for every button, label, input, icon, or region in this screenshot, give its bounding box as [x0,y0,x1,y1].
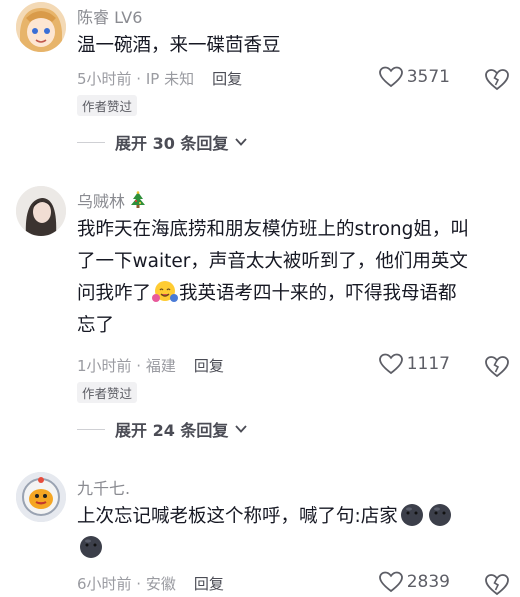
comment-line: 问我咋了 我英语考四十来的，吓得我母语都 [77,278,502,310]
girl-photo-avatar-icon [16,186,66,236]
heart-icon [378,66,403,88]
chevron-down-icon [235,138,248,146]
like-button[interactable]: 1117 [378,353,450,375]
username[interactable]: 乌贼林 [77,188,146,212]
expand-replies-label: 展开 24 条回复 [115,421,229,440]
like-count: 3571 [406,67,450,87]
user-avatar[interactable] [16,472,66,522]
user-avatar[interactable] [16,2,66,52]
comment-segment: 问我咋了 [77,283,152,304]
dark-face-emoji-icon [428,504,451,526]
expand-replies-label: 展开 30 条回复 [115,134,229,153]
comment-meta: 6小时前 · 安徽 回复 [77,573,224,594]
author-liked-badge: 作者赞过 [77,95,138,116]
dark-face-emoji-icon [80,536,102,558]
username-text: 乌贼林 [77,192,126,211]
comment-segment: 上次忘记喊老板这个称呼，喊了句:店家 [77,506,398,527]
broken-heart-icon[interactable] [484,66,510,92]
comment-meta: 1小时前 · 福建 回复 [77,355,224,376]
comment-line: 忘了 [77,315,115,336]
christmas-tree-icon [131,191,146,208]
comment-line: 我昨天在海底捞和朋友模仿班上的strong姐，叫 [77,219,469,240]
comment-segment: 我英语考四十来的，吓得我母语都 [179,283,457,304]
comment-line [77,533,502,565]
expand-replies-button[interactable]: 展开 30 条回复 [77,130,248,154]
hugging-face-emoji-icon [152,281,179,302]
time-location: 1小时前 · 福建 [77,357,176,375]
like-count: 2839 [406,572,450,592]
reply-button[interactable]: 回复 [194,357,224,375]
broken-heart-icon[interactable] [484,571,510,597]
like-count: 1117 [406,354,450,374]
time-location: 5小时前 · IP 未知 [77,70,195,88]
like-button[interactable]: 3571 [378,66,450,88]
broken-heart-icon[interactable] [484,353,510,379]
comment-text: 温一碗酒，来一碟茴香豆 [77,35,281,56]
comment-line: 上次忘记喊老板这个称呼，喊了句:店家 [77,501,502,533]
divider-line [77,428,105,430]
user-avatar[interactable] [16,186,66,236]
reply-button[interactable]: 回复 [212,70,242,88]
time-location: 6小时前 · 安徽 [77,575,176,593]
author-liked-badge: 作者赞过 [77,382,138,403]
expand-replies-button[interactable]: 展开 24 条回复 [77,417,248,441]
astronaut-bird-avatar-icon [16,472,66,522]
divider-line [77,141,105,143]
username[interactable]: 陈睿 LV6 [77,4,142,28]
comment-text: 上次忘记喊老板这个称呼，喊了句:店家 [77,501,502,565]
comment-line: 了一下waiter，声音太大被听到了，他们用英文 [77,251,468,272]
comment-meta: 5小时前 · IP 未知 回复 [77,68,242,89]
reply-button[interactable]: 回复 [194,575,224,593]
like-button[interactable]: 2839 [378,571,450,593]
comment-text: 我昨天在海底捞和朋友模仿班上的strong姐，叫 了一下waiter，声音太大被… [77,214,502,342]
heart-icon [378,571,403,593]
username[interactable]: 九千七. [77,475,130,499]
dark-face-emoji-icon [400,504,423,526]
heart-icon [378,353,403,375]
chevron-down-icon [235,425,248,433]
anime-girl-avatar-icon [16,2,66,52]
